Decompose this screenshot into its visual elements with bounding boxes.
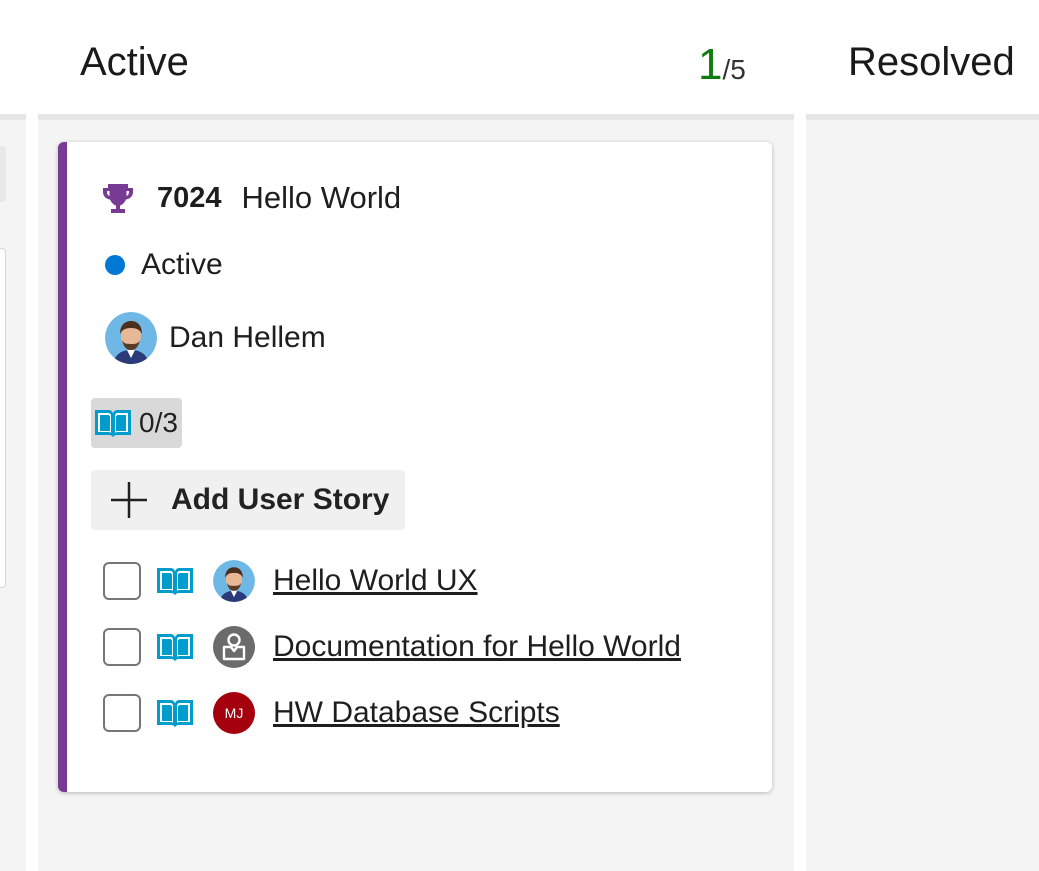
person-avatar-icon (213, 560, 255, 602)
partial-card[interactable] (0, 248, 6, 588)
add-user-story-button[interactable]: Add User Story (91, 470, 405, 530)
child-checkbox[interactable] (103, 562, 141, 600)
child-item-link[interactable]: Documentation for Hello World (273, 630, 681, 664)
list-item: Hello World UX (103, 560, 478, 602)
state-indicator (105, 255, 125, 275)
lane-resolved (806, 120, 1039, 871)
child-checkbox[interactable] (103, 628, 141, 666)
list-item: MJ HW Database Scripts (103, 692, 560, 734)
child-progress-badge[interactable]: 0/3 (91, 398, 182, 448)
active-column-header: Active 1/5 (38, 0, 794, 114)
trophy-icon (103, 184, 133, 213)
state-value[interactable]: Active (141, 248, 223, 282)
avatar[interactable] (213, 626, 255, 668)
child-progress-count: 0/3 (139, 407, 178, 438)
resolved-column-header: Resolved (806, 0, 1039, 114)
wip-limit: /5 (722, 54, 746, 85)
avatar-initials: MJ (224, 705, 244, 721)
work-item-title[interactable]: Hello World (242, 180, 402, 216)
card-title-row: 7024 Hello World (101, 180, 401, 216)
column-title-active: Active (80, 40, 189, 84)
work-item-card[interactable]: 7024 Hello World Active Dan Hellem 0/3 A… (58, 142, 772, 792)
plus-icon (111, 482, 147, 518)
wip-current: 1 (698, 40, 723, 89)
book-icon (157, 700, 193, 728)
unassigned-user-icon (222, 633, 246, 661)
avatar[interactable] (105, 312, 157, 364)
state-row: Active (105, 248, 223, 282)
child-item-link[interactable]: Hello World UX (273, 564, 478, 598)
wip-count: 1/5 (698, 40, 746, 90)
book-icon (157, 634, 193, 662)
assignee-row: Dan Hellem (105, 312, 326, 364)
book-icon (157, 568, 193, 596)
assigned-to[interactable]: Dan Hellem (169, 321, 326, 355)
column-title-resolved: Resolved (848, 40, 1015, 84)
child-checkbox[interactable] (103, 694, 141, 732)
avatar[interactable] (213, 560, 255, 602)
child-item-link[interactable]: HW Database Scripts (273, 696, 560, 730)
list-item: Documentation for Hello World (103, 626, 681, 668)
work-item-id[interactable]: 7024 (157, 182, 222, 215)
add-user-story-label: Add User Story (171, 483, 390, 516)
avatar[interactable]: MJ (213, 692, 255, 734)
book-icon (95, 410, 131, 438)
partial-card[interactable] (0, 146, 6, 202)
person-avatar-icon (105, 312, 157, 364)
